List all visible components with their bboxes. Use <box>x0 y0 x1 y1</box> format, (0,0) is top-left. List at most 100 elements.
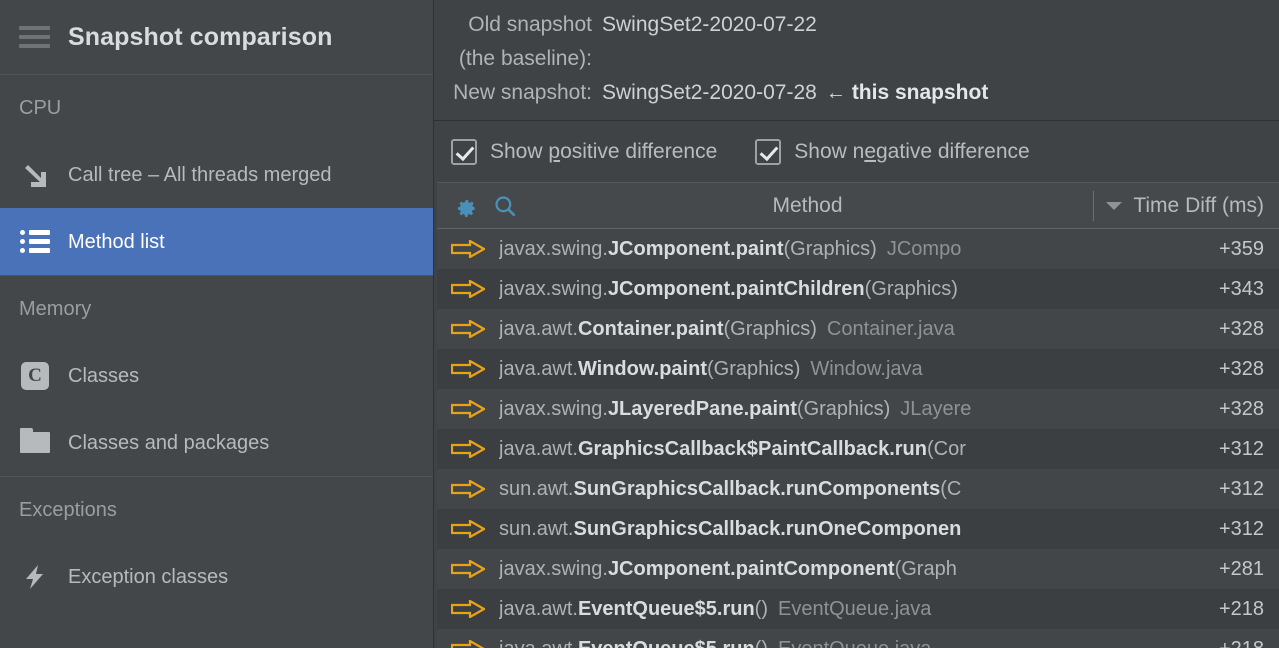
show-negative-difference-checkbox[interactable]: Show negative difference <box>755 138 1030 165</box>
hamburger-icon[interactable] <box>19 26 50 48</box>
list-icon <box>19 226 51 258</box>
method-name: SunGraphicsCallback.runOneComponen <box>573 517 962 540</box>
column-header-method[interactable]: Method <box>522 194 1093 218</box>
sidebar-item-classes[interactable]: C Classes <box>0 342 433 409</box>
label-mnemonic: e <box>864 139 876 163</box>
method-args: () <box>754 597 768 620</box>
method-package: java.awt. <box>499 597 578 620</box>
method-args: () <box>755 638 768 648</box>
method-source-file: Container.java <box>826 317 955 340</box>
method-source-file: EventQueue.java <box>778 638 931 648</box>
time-diff-value: +343 <box>1218 277 1264 300</box>
method-cell: javax.swing.JLayeredPane.paint(Graphics)… <box>499 398 1094 421</box>
time-diff-value: +328 <box>1218 397 1264 420</box>
table-row[interactable]: javax.swing.JLayeredPane.paint(Graphics)… <box>437 389 1279 429</box>
table-row[interactable]: javax.swing.JComponent.paintComponent(Gr… <box>437 549 1279 589</box>
table-row[interactable]: sun.awt.SunGraphicsCallback.runOneCompon… <box>437 509 1279 549</box>
sidebar-section-cpu: CPU <box>0 75 433 141</box>
table-header: Method Time Diff (ms) <box>437 183 1279 229</box>
method-args: (Graphics) <box>796 397 891 420</box>
sidebar-item-label: Classes <box>68 364 140 387</box>
method-name: Window.paint <box>577 357 707 380</box>
column-header-time-diff[interactable]: Time Diff (ms) <box>1094 194 1279 218</box>
method-name: JComponent.paint <box>607 237 784 260</box>
time-diff-value: +312 <box>1218 437 1264 460</box>
method-name: EventQueue$5.run <box>577 597 755 620</box>
checkbox-box[interactable] <box>755 138 782 165</box>
left-arrow-icon: ← <box>825 82 846 104</box>
sidebar-item-exception-classes[interactable]: Exception classes <box>0 543 433 610</box>
method-name: JLayeredPane.paint <box>607 397 797 420</box>
yellow-right-arrow-icon <box>437 640 499 648</box>
table-row[interactable]: java.awt.EventQueue$5.run() EventQueue.ja… <box>437 629 1279 648</box>
method-source-file: Window.java <box>810 357 923 380</box>
page-title: Snapshot comparison <box>68 22 333 51</box>
arrow-down-right-icon <box>19 159 51 191</box>
gear-icon[interactable] <box>448 193 482 219</box>
method-package: java.awt. <box>499 317 578 340</box>
table-row[interactable]: sun.awt.SunGraphicsCallback.runComponent… <box>437 469 1279 509</box>
yellow-right-arrow-icon <box>437 320 499 338</box>
snapshot-info: Old snapshot (the baseline): SwingSet2-2… <box>434 0 1279 121</box>
table-row[interactable]: java.awt.Window.paint(Graphics) Window.ja… <box>437 349 1279 389</box>
table-row[interactable]: javax.swing.JComponent.paintChildren(Gra… <box>437 269 1279 309</box>
method-cell: java.awt.Container.paint(Graphics) Contai… <box>499 318 1094 341</box>
sidebar-section-label: Memory <box>19 298 92 320</box>
table-row[interactable]: java.awt.GraphicsCallback$PaintCallback.… <box>437 429 1279 469</box>
method-args: (Graphics) <box>864 277 958 300</box>
old-snapshot-value: SwingSet2-2020-07-22 <box>602 13 817 36</box>
yellow-right-arrow-icon <box>437 240 499 258</box>
filter-bar: Show positive difference Show negative d… <box>434 121 1279 182</box>
label-post: ositive difference <box>560 139 718 163</box>
time-diff-value: +359 <box>1218 237 1264 260</box>
folder-icon <box>19 427 51 459</box>
method-package: javax.swing. <box>499 237 608 260</box>
time-diff-value: +281 <box>1218 557 1264 580</box>
time-diff-value: +328 <box>1218 357 1264 380</box>
time-diff-value: +312 <box>1218 517 1264 540</box>
method-source-file: JLayere <box>900 397 972 420</box>
label-mnemonic: p <box>548 139 561 163</box>
method-package: javax.swing. <box>499 397 608 420</box>
yellow-right-arrow-icon <box>437 480 499 498</box>
checkbox-box[interactable] <box>451 138 477 165</box>
method-name: EventQueue$5.run <box>578 638 755 648</box>
method-source-file: EventQueue.java <box>777 597 932 620</box>
time-diff-value: +328 <box>1218 317 1264 340</box>
table-row[interactable]: javax.swing.JComponent.paint(Graphics) JC… <box>437 229 1279 269</box>
search-icon[interactable] <box>488 193 522 219</box>
method-package: java.awt. <box>499 638 578 648</box>
show-positive-difference-checkbox[interactable]: Show positive difference <box>451 138 718 165</box>
method-cell: sun.awt.SunGraphicsCallback.runOneCompon… <box>499 518 1094 541</box>
table-row[interactable]: java.awt.Container.paint(Graphics) Contai… <box>437 309 1279 349</box>
lightning-icon <box>19 561 51 593</box>
method-args: (C <box>940 477 962 500</box>
main-panel: Old snapshot (the baseline): SwingSet2-2… <box>434 0 1279 648</box>
sidebar-item-method-list[interactable]: Method list <box>0 208 433 275</box>
sidebar-section-label: Exceptions <box>19 499 117 521</box>
method-source-file: JCompo <box>886 237 962 260</box>
new-snapshot-row: New snapshot: SwingSet2-2020-07-28 ← thi… <box>434 76 1279 110</box>
sidebar-item-call-tree[interactable]: Call tree – All threads merged <box>0 141 433 208</box>
table-body[interactable]: javax.swing.JComponent.paint(Graphics) JC… <box>437 229 1279 648</box>
old-snapshot-row: Old snapshot (the baseline): SwingSet2-2… <box>434 8 1279 76</box>
yellow-right-arrow-icon <box>437 400 499 418</box>
time-diff-value: +312 <box>1218 477 1264 500</box>
method-cell: javax.swing.JComponent.paintComponent(Gr… <box>499 558 1094 581</box>
method-package: javax.swing. <box>499 557 608 580</box>
method-cell: java.awt.EventQueue$5.run() EventQueue.ja… <box>499 638 1094 648</box>
yellow-right-arrow-icon <box>437 520 499 538</box>
sidebar-item-classes-and-packages[interactable]: Classes and packages <box>0 409 433 476</box>
yellow-right-arrow-icon <box>437 280 499 298</box>
this-snapshot-marker: this snapshot <box>851 81 989 104</box>
label-post: gative difference <box>876 139 1030 163</box>
new-snapshot-value: SwingSet2-2020-07-28 <box>602 81 817 104</box>
time-diff-value: +218 <box>1094 638 1279 648</box>
sidebar-item-label: Classes and packages <box>68 431 270 454</box>
column-header-time-diff-label: Time Diff (ms) <box>1133 193 1264 217</box>
table-row[interactable]: java.awt.EventQueue$5.run() EventQueue.ja… <box>437 589 1279 629</box>
method-package: java.awt. <box>499 357 578 380</box>
show-negative-difference-label: Show negative difference <box>794 140 1029 164</box>
sidebar-item-label: Method list <box>68 230 165 253</box>
sidebar-item-label: Exception classes <box>68 565 229 588</box>
